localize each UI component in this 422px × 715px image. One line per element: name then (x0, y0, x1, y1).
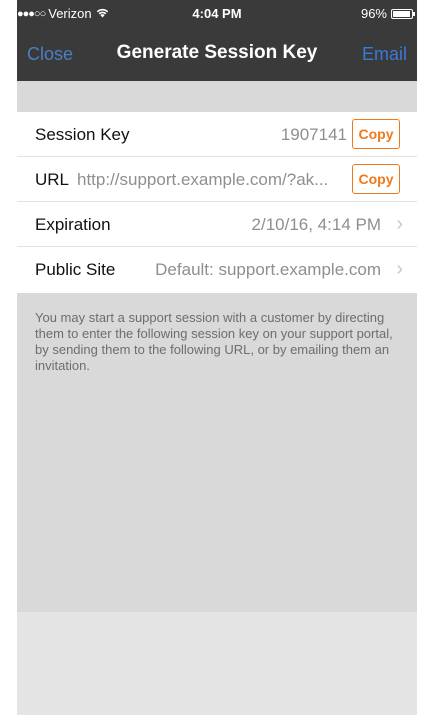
public-site-value: Default: support.example.com (155, 260, 381, 279)
expiration-row[interactable]: Expiration 2/10/16, 4:14 PM › (17, 202, 417, 247)
url-row: URL http://support.example.com/?ak... Co… (17, 157, 417, 202)
session-key-row: Session Key 1907141 Copy (17, 112, 417, 157)
expiration-value: 2/10/16, 4:14 PM (251, 215, 381, 234)
email-button[interactable]: Email (362, 44, 407, 65)
status-time: 4:04 PM (192, 6, 242, 21)
bottom-panel (17, 612, 417, 715)
copy-url-button[interactable]: Copy (352, 164, 400, 194)
chevron-right-icon: › (396, 213, 403, 235)
status-bar: ●●●○○ Verizon 4:04 PM 96% (17, 0, 417, 30)
url-label: URL (35, 170, 70, 189)
copy-session-key-button[interactable]: Copy (352, 119, 400, 149)
instructions-text: You may start a support session with a c… (35, 310, 393, 373)
top-bar: ●●●○○ Verizon 4:04 PM 96% Close Generate… (17, 0, 417, 81)
public-site-row[interactable]: Public Site Default: support.example.com… (17, 247, 417, 293)
chevron-right-icon: › (396, 258, 403, 280)
battery-icon (391, 8, 415, 19)
url-value: http://support.example.com/?ak... (77, 170, 329, 189)
battery-indicator: 96% (360, 6, 415, 21)
screen: ●●●○○ Verizon 4:04 PM 96% Close Generate… (17, 0, 417, 715)
session-key-value: 1907141 (280, 125, 347, 144)
session-settings-group: Session Key 1907141 Copy URL http://supp… (17, 112, 417, 293)
battery-percent: 96% (360, 6, 387, 21)
expiration-label: Expiration (35, 215, 111, 234)
page-title: Generate Session Key (116, 42, 318, 63)
public-site-label: Public Site (35, 260, 116, 279)
session-key-label: Session Key (35, 125, 130, 144)
navigation-bar: Close Generate Session Key Email (17, 30, 417, 81)
